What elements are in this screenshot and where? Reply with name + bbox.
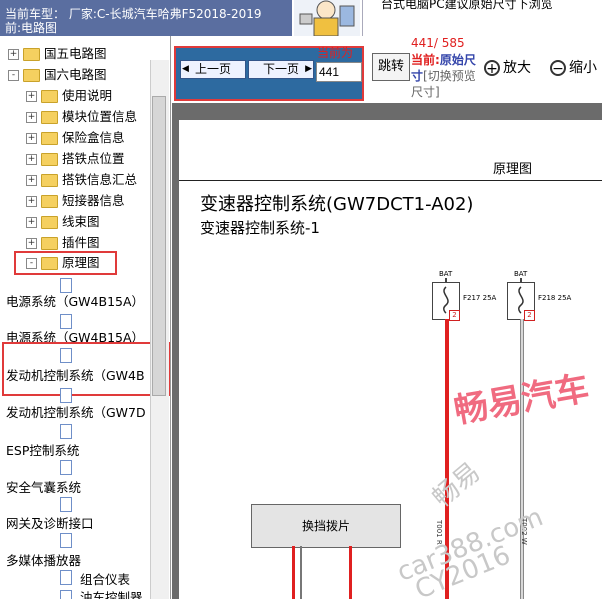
fuse2-label: F218 25A <box>538 294 572 302</box>
car-model-label: 当前车型： <box>5 7 66 21</box>
page-count: 441/ 585 <box>411 36 465 50</box>
page-icon <box>60 497 72 512</box>
mascot-image <box>294 0 360 36</box>
view-mode-info: 当前:原始尺寸[切换预览尺寸] <box>411 52 481 100</box>
page-icon <box>60 424 72 439</box>
page-icon <box>60 570 72 585</box>
collapse-icon[interactable]: - <box>8 70 19 81</box>
expand-icon[interactable]: + <box>26 154 37 165</box>
view-mode-prefix: 当前: <box>411 53 440 67</box>
folder-icon <box>41 237 58 250</box>
tree-item-guowu[interactable]: + 国五电路图 <box>8 44 107 64</box>
category-tree: + 国五电路图 - 国六电路图 + 使用说明 + 模块位置信息 + 保险盒信息 + 搭铁点位… <box>0 36 171 599</box>
folder-icon <box>41 132 58 145</box>
fuse1-label: F217 25A <box>463 294 497 302</box>
zoom-out-button[interactable]: − 缩小 <box>550 56 597 80</box>
shift-paddle-component: 换挡拨片 <box>251 504 401 548</box>
collapse-icon[interactable]: - <box>26 258 37 269</box>
doc-subtitle: 变速器控制系统-1 <box>200 219 320 237</box>
wire2-white <box>520 319 524 599</box>
zoom-out-icon: − <box>550 60 566 77</box>
doc-section-header: 原理图 <box>493 162 533 177</box>
header-rule <box>179 180 602 181</box>
schematic-page: 原理图 变速器控制系统(GW7DCT1-A02) 变速器控制系统-1 BAT 2… <box>179 120 602 599</box>
tree-item-cluster[interactable]: 组合仪表 <box>80 570 130 590</box>
fuse1-pin: 2 <box>449 310 460 321</box>
expand-icon[interactable]: + <box>26 175 37 186</box>
comp-wire-red <box>292 546 295 599</box>
folder-open-icon <box>23 69 40 82</box>
folder-open-icon <box>41 257 58 270</box>
doc-title: 变速器控制系统(GW7DCT1-A02) <box>200 194 474 215</box>
tree-item-power-1[interactable]: 电源系统（GW4B15A） <box>6 292 144 312</box>
arrow-left-icon: ◀ <box>182 64 189 74</box>
fuse2-pin: 2 <box>524 310 535 321</box>
current-page-label: 当前为 <box>317 46 354 60</box>
expand-icon[interactable]: + <box>26 217 37 228</box>
page-number-input[interactable] <box>316 62 362 82</box>
expand-icon[interactable]: + <box>8 49 19 60</box>
zoom-in-button[interactable]: + 放大 <box>484 56 531 80</box>
jump-button[interactable]: 跳转 <box>372 53 410 81</box>
tree-scroll-thumb[interactable] <box>152 96 166 396</box>
tree-item-usage[interactable]: + 使用说明 <box>26 86 112 106</box>
folder-icon <box>41 216 58 229</box>
folder-icon <box>41 153 58 166</box>
tree-item-guoliu[interactable]: - 国六电路图 <box>8 65 107 85</box>
breadcrumb: 前:电路图 <box>5 21 58 35</box>
comp-wire-red-2 <box>349 546 352 599</box>
tree-item-airbag[interactable]: 安全气囊系统 <box>6 478 81 498</box>
tree-item-harness[interactable]: + 线束图 <box>26 212 100 232</box>
arrow-right-icon: ▶ <box>305 64 312 74</box>
expand-icon[interactable]: + <box>26 91 37 102</box>
tree-item-splice[interactable]: + 短接器信息 <box>26 191 125 211</box>
tree-item-multimedia[interactable]: 多媒体播放器 <box>6 551 81 571</box>
tree-item-connector[interactable]: + 插件图 <box>26 233 100 253</box>
page-icon <box>60 314 72 329</box>
tree-item-ground-point[interactable]: + 搭铁点位置 <box>26 149 125 169</box>
watermark-text-1: 畅易 <box>427 457 487 514</box>
folder-icon <box>41 174 58 187</box>
fuse1-source: BAT <box>439 270 453 278</box>
tree-item-controller[interactable]: 油车控制器 <box>80 588 143 599</box>
tree-item-fuse-box[interactable]: + 保险盒信息 <box>26 128 125 148</box>
browser-notice: 台式电脑PC建议原始尺寸下浏览 <box>362 0 602 36</box>
tree-item-esp[interactable]: ESP控制系统 <box>6 441 79 461</box>
tree-item-ground-summary[interactable]: + 搭铁信息汇总 <box>26 170 137 190</box>
folder-icon <box>41 90 58 103</box>
folder-icon <box>41 195 58 208</box>
tree-item-engine-1[interactable]: 发动机控制系统（GW4B <box>6 366 145 386</box>
tree-item-engine-2[interactable]: 发动机控制系统（GW7D <box>6 403 146 423</box>
car-model-value: 厂家:C-长城汽车哈弗F52018-2019 <box>68 7 262 21</box>
fuse2-source: BAT <box>514 270 528 278</box>
expand-icon[interactable]: + <box>26 112 37 123</box>
tree-item-module-location[interactable]: + 模块位置信息 <box>26 107 137 127</box>
page-icon <box>60 460 72 475</box>
tree-item-schematic[interactable]: - 原理图 <box>14 251 117 275</box>
expand-icon[interactable]: + <box>26 133 37 144</box>
prev-page-button[interactable]: ◀ 上一页 <box>180 60 246 79</box>
next-page-button[interactable]: 下一页 ▶ <box>248 60 314 79</box>
tree-item-gateway[interactable]: 网关及诊断接口 <box>6 514 94 534</box>
page-icon <box>60 278 72 293</box>
folder-icon <box>23 48 40 61</box>
zoom-in-icon: + <box>484 60 500 77</box>
expand-icon[interactable]: + <box>26 196 37 207</box>
page-icon <box>60 388 72 403</box>
folder-icon <box>41 111 58 124</box>
mascot-icon <box>299 0 355 36</box>
car-model-header: 当前车型： 厂家:C-长城汽车哈弗F52018-2019 前:电路图 <box>0 0 292 36</box>
page-icon <box>60 590 72 599</box>
comp-wire-gray <box>300 546 302 599</box>
expand-icon[interactable]: + <box>26 238 37 249</box>
page-icon <box>60 533 72 548</box>
